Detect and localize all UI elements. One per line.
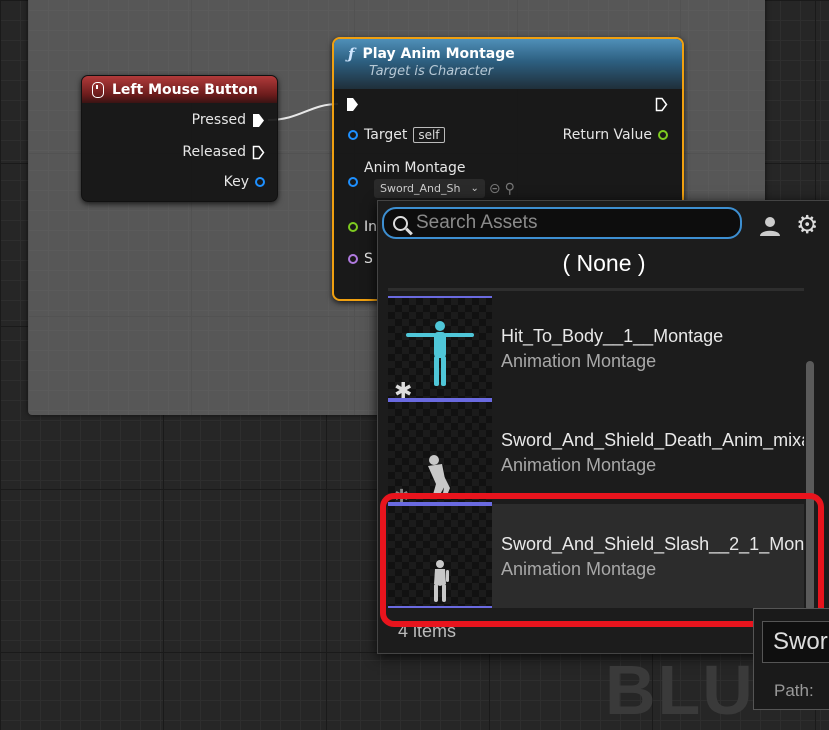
asset-type: Animation Montage	[501, 455, 657, 475]
released-pin[interactable]: Released	[182, 144, 265, 160]
anim-montage-pin-circle-icon[interactable]	[348, 177, 358, 187]
exec-out-pin-icon[interactable]	[655, 97, 668, 112]
key-label: Key	[223, 174, 249, 190]
in-pin-label: In	[364, 219, 378, 235]
anim-montage-label-row: Anim Montage	[348, 160, 466, 176]
search-icon[interactable]: ⚲	[505, 181, 515, 197]
pam-node-title: Play Anim Montage	[362, 46, 515, 62]
mouse-icon	[92, 81, 104, 98]
search-icon	[393, 215, 408, 231]
details-path-label: Path:	[774, 681, 814, 700]
in-pin[interactable]: In	[348, 219, 377, 235]
list-item-death-anim[interactable]: ✱ Sword_And_Shield_Death_Anim_mixa Anima…	[388, 400, 804, 504]
list-item-hit-to-body[interactable]: ✱ Hit_To_Body__1__Montage Animation Mont…	[388, 296, 804, 400]
released-label: Released	[182, 144, 246, 160]
pam-node-subtitle: Target is Character	[369, 64, 494, 79]
browse-arrow-icon[interactable]: ⊝	[489, 181, 501, 197]
asset-thumbnail: ✱	[388, 296, 492, 400]
key-pin[interactable]: Key	[224, 174, 265, 190]
lmb-node-title: Left Mouse Button	[112, 81, 258, 98]
anim-montage-label: Anim Montage	[364, 160, 466, 176]
user-icon[interactable]	[759, 215, 781, 237]
pressed-pin[interactable]: Pressed	[192, 112, 265, 128]
anim-montage-asset-picker[interactable]: Sword_And_Sh ⌄ ⊝ ⚲	[374, 179, 515, 198]
return-pin-circle-icon[interactable]	[658, 130, 668, 140]
lmb-node-header[interactable]: Left Mouse Button	[82, 76, 277, 103]
left-mouse-button-node[interactable]: Left Mouse Button Pressed Released Key	[81, 75, 278, 202]
chevron-down-icon: ⌄	[470, 183, 479, 194]
gear-icon[interactable]: ⚙	[796, 212, 822, 238]
return-value-pin[interactable]: Return Value	[563, 127, 668, 143]
exec-pin-hollow-icon[interactable]	[252, 145, 265, 160]
return-value-label: Return Value	[562, 127, 652, 143]
target-self-value: self	[413, 127, 445, 143]
pressed-label: Pressed	[191, 112, 246, 128]
anim-montage-combo[interactable]: Sword_And_Sh ⌄	[374, 179, 485, 198]
target-pin[interactable]: Target self	[348, 127, 445, 143]
s-pin-circle-icon[interactable]	[348, 254, 358, 264]
target-pin-circle-icon[interactable]	[348, 130, 358, 140]
selection-highlight-annotation	[380, 493, 824, 627]
search-box[interactable]	[382, 207, 742, 239]
exec-in-pin-icon[interactable]	[346, 97, 359, 112]
asset-name: Sword_And_Shield_Death_Anim_mixa	[501, 430, 804, 450]
exec-pin-filled-icon[interactable]	[252, 113, 265, 128]
target-label: Target	[364, 127, 408, 143]
function-icon: ƒ	[348, 45, 355, 63]
mannequin-crouch-icon: ✱	[394, 455, 450, 502]
asset-name: Hit_To_Body__1__Montage	[501, 326, 724, 346]
anim-montage-value: Sword_And_Sh	[380, 182, 461, 195]
graph-watermark: BLU	[605, 651, 755, 729]
svg-text:✱: ✱	[394, 379, 412, 400]
details-title: Swor	[762, 621, 829, 663]
pam-node-header[interactable]: ƒ Play Anim Montage Target is Character	[334, 39, 682, 89]
in-pin-circle-icon[interactable]	[348, 222, 358, 232]
search-assets-input[interactable]	[414, 211, 718, 235]
mannequin-tpose-icon: ✱	[394, 321, 474, 400]
none-option[interactable]: ( None )	[378, 243, 829, 283]
s-pin-label: S	[364, 251, 373, 267]
s-pin[interactable]: S	[348, 251, 373, 267]
asset-thumbnail: ✱	[388, 400, 492, 504]
asset-type: Animation Montage	[501, 351, 657, 371]
key-pin-circle-icon[interactable]	[255, 177, 265, 187]
details-panel: Swor Path:	[753, 608, 829, 710]
